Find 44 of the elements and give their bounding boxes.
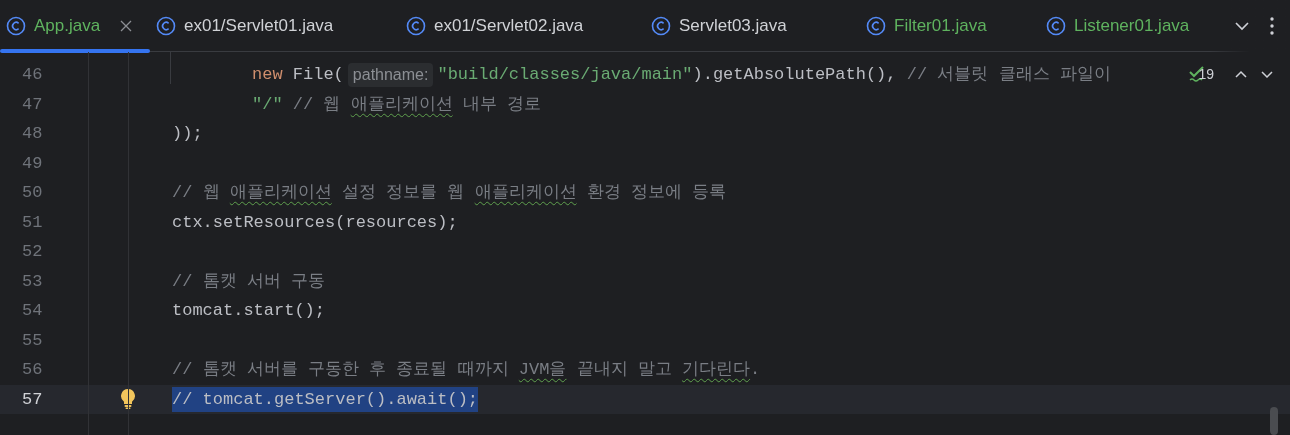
tab-label: Servlet03.java xyxy=(679,14,787,37)
class-icon xyxy=(866,15,886,36)
tab-label: App.java xyxy=(34,14,101,37)
editor-tab[interactable]: Listener01.java xyxy=(1040,0,1200,51)
class-icon xyxy=(406,15,426,36)
tab-label: Filter01.java xyxy=(894,14,987,37)
chevron-down-icon[interactable] xyxy=(1234,21,1250,31)
line-number: 56 xyxy=(21,359,44,381)
line-number: 52 xyxy=(21,241,44,263)
line-number: 49 xyxy=(21,152,44,175)
line-number: 55 xyxy=(21,329,44,352)
chevron-down-icon[interactable] xyxy=(1260,69,1274,79)
chevron-up-icon[interactable] xyxy=(1234,69,1248,79)
code-line: // 웹 애플리케이션 설정 정보를 웹 애플리케이션 환경 정보에 등록 xyxy=(172,182,727,204)
code-line: tomcat.start(); xyxy=(172,300,326,322)
code-line: new File( pathname: "build/classes/java/main").getAbsolutePath(), // 서블릿 클래스 파일이 xyxy=(172,62,1111,88)
inspection-count: 19 xyxy=(1198,64,1214,84)
class-icon xyxy=(1046,15,1066,36)
code-line: // 톰캣 서버 구동 xyxy=(172,270,325,293)
close-icon[interactable] xyxy=(120,19,133,32)
tab-label: ex01/Servlet01.java xyxy=(184,14,334,37)
line-number: 51 xyxy=(21,211,44,234)
line-number: 48 xyxy=(21,123,44,145)
editor-tab[interactable]: Filter01.java xyxy=(860,0,1040,51)
editor-tab[interactable]: Servlet03.java xyxy=(645,0,860,51)
more-icon[interactable] xyxy=(1270,17,1274,35)
line-number: 57 xyxy=(21,388,44,411)
class-icon xyxy=(651,15,671,36)
code-line: ctx.setResources(resources); xyxy=(172,211,458,234)
code-line: )); xyxy=(172,123,203,145)
line-number: 50 xyxy=(21,182,44,204)
code-line: "/" // 웹 애플리케이션 내부 경로 xyxy=(251,93,542,116)
line-number: 54 xyxy=(21,300,44,322)
line-number: 53 xyxy=(21,270,44,293)
editor-tab[interactable]: ex01/Servlet01.java xyxy=(150,0,400,51)
class-icon xyxy=(6,15,26,36)
code-line: // 톰캣 서버를 구동한 후 종료될 때까지 JVM을 끝내지 말고 기다린다. xyxy=(172,359,761,381)
line-number: 47 xyxy=(21,93,44,116)
tab-label: ex01/Servlet02.java xyxy=(434,14,584,37)
class-icon xyxy=(156,15,176,36)
editor-tab[interactable]: ex01/Servlet02.java xyxy=(400,0,645,51)
scrollbar-thumb[interactable] xyxy=(1270,407,1278,435)
line-number: 46 xyxy=(21,64,44,86)
tab-label: Listener01.java xyxy=(1074,14,1190,37)
